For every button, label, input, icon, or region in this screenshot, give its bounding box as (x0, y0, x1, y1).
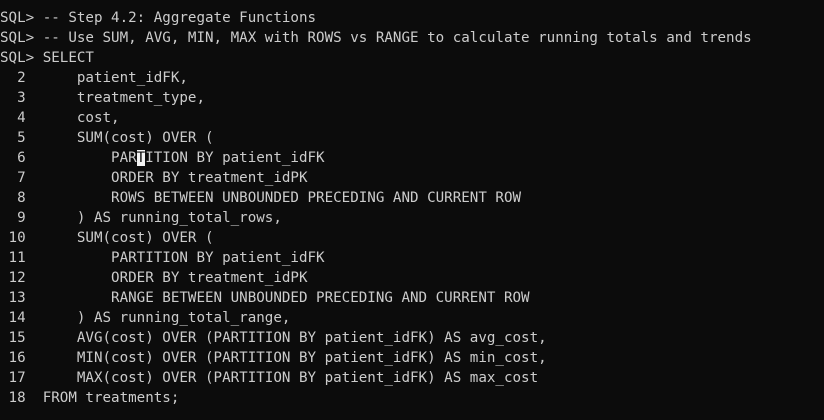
terminal-line-with-cursor: 6 PARTITION BY patient_idFK (0, 148, 752, 168)
terminal-line: 9 ) AS running_total_rows, (0, 210, 282, 226)
cursor-line-before: 6 PAR (0, 150, 137, 166)
terminal-line: 7 ORDER BY treatment_idPK (0, 170, 308, 186)
terminal-line: SQL> -- Step 4.2: Aggregate Functions (0, 10, 317, 26)
terminal-line: 13 RANGE BETWEEN UNBOUNDED PRECEDING AND… (0, 290, 530, 306)
terminal-line: 3 treatment_type, (0, 90, 205, 106)
terminal-line: 15 AVG(cost) OVER (PARTITION BY patient_… (0, 330, 547, 346)
terminal-line: 2 patient_idFK, (0, 70, 188, 86)
terminal-line: 12 ORDER BY treatment_idPK (0, 270, 308, 286)
terminal-window[interactable]: SQL> -- Step 4.2: Aggregate Functions SQ… (0, 0, 824, 420)
terminal-line: 17 MAX(cost) OVER (PARTITION BY patient_… (0, 370, 539, 386)
terminal-line: 11 PARTITION BY patient_idFK (0, 250, 325, 266)
text-cursor[interactable]: T (136, 150, 146, 166)
terminal-line: 4 cost, (0, 110, 120, 126)
terminal-line: 10 SUM(cost) OVER ( (0, 230, 214, 246)
terminal-line: 16 MIN(cost) OVER (PARTITION BY patient_… (0, 350, 547, 366)
terminal-output: SQL> -- Step 4.2: Aggregate Functions SQ… (0, 8, 752, 408)
terminal-line: SQL> -- Use SUM, AVG, MIN, MAX with ROWS… (0, 30, 752, 46)
terminal-line: 8 ROWS BETWEEN UNBOUNDED PRECEDING AND C… (0, 190, 522, 206)
terminal-line: SQL> SELECT (0, 50, 94, 66)
cursor-line-after: ITION BY patient_idFK (145, 150, 325, 166)
terminal-line: 14 ) AS running_total_range, (0, 310, 291, 326)
terminal-line: 5 SUM(cost) OVER ( (0, 130, 214, 146)
terminal-line: 18 FROM treatments; (0, 390, 180, 406)
